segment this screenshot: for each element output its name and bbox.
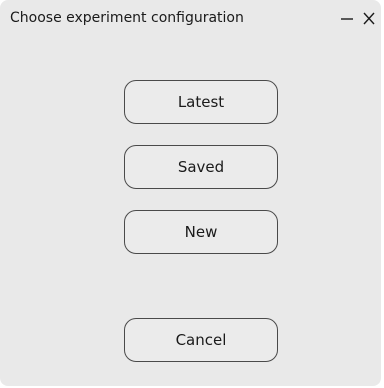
saved-button[interactable]: Saved: [124, 145, 278, 189]
minimize-button[interactable]: [339, 8, 355, 28]
new-button[interactable]: New: [124, 210, 278, 254]
cancel-button-label: Cancel: [175, 331, 227, 349]
close-icon: [363, 12, 375, 25]
dialog-title: Choose experiment configuration: [10, 10, 244, 26]
saved-button-label: Saved: [177, 158, 225, 176]
latest-button-label: Latest: [177, 93, 225, 111]
cancel-button[interactable]: Cancel: [124, 318, 278, 362]
close-button[interactable]: [361, 8, 377, 28]
latest-button[interactable]: Latest: [124, 80, 278, 124]
dialog-window: Choose experiment configuration Latest S…: [0, 0, 381, 386]
minimize-icon: [341, 18, 353, 20]
new-button-label: New: [184, 223, 218, 241]
